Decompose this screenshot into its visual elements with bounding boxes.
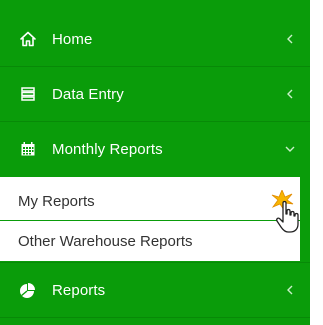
sidebar-item-label: Monthly Reports [52, 140, 163, 158]
page: Home Data Entry Monthly Reports My Repor… [0, 0, 323, 325]
chevron-left-icon [284, 284, 296, 296]
sidebar-item-data-entry[interactable]: Data Entry [0, 67, 310, 121]
sidebar-item-label: Reports [52, 281, 106, 299]
home-icon [18, 29, 38, 49]
pie-chart-icon [18, 280, 38, 300]
submenu-monthly-reports: My Reports Other Warehouse Reports [0, 177, 300, 261]
sidebar-item-home[interactable]: Home [0, 12, 310, 66]
submenu-item-label: My Reports [18, 192, 95, 210]
sidebar-item-label: Home [52, 30, 93, 48]
submenu-item-other-warehouse-reports[interactable]: Other Warehouse Reports [0, 221, 300, 261]
chevron-left-icon [284, 33, 296, 45]
chevron-left-icon [284, 88, 296, 100]
chevron-down-icon [284, 143, 296, 155]
sidebar-item-monthly-reports[interactable]: Monthly Reports [0, 122, 310, 176]
sidebar-item-reports[interactable]: Reports [0, 263, 310, 317]
calendar-icon [18, 139, 38, 159]
divider [0, 317, 310, 318]
list-icon [18, 84, 38, 104]
hand-pointer-click-icon [268, 188, 308, 238]
sidebar-menu: Home Data Entry Monthly Reports My Repor… [0, 0, 310, 325]
submenu-item-label: Other Warehouse Reports [18, 232, 193, 250]
sidebar-item-label: Data Entry [52, 85, 124, 103]
submenu-item-my-reports[interactable]: My Reports [0, 181, 300, 221]
